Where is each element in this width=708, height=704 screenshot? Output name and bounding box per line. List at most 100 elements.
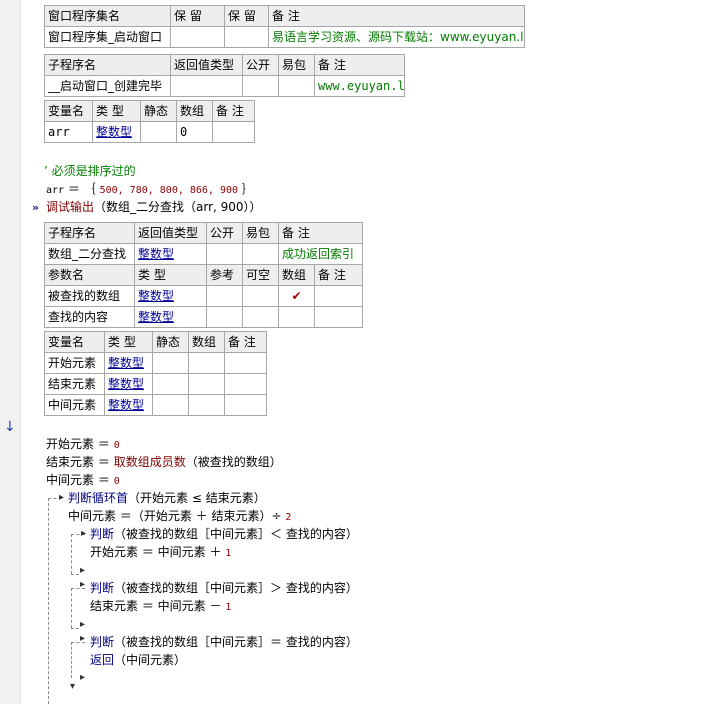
program-set-name[interactable]: 窗口程序集_启动窗口 (44, 26, 171, 48)
code-line-start-update[interactable]: 开始元素 ＝ 中间元素 ＋ 1 (90, 543, 231, 563)
breakpoint-icon[interactable]: » (32, 202, 39, 214)
code-line-return[interactable]: 返回（中间元素） (90, 651, 186, 669)
code-args: （中间元素） (114, 653, 187, 667)
static-cell[interactable] (152, 394, 189, 416)
code-expr: 开始元素 ＝ 中间元素 ＋ (90, 545, 222, 559)
code-var: 中间元素 (46, 473, 95, 487)
remark-cell[interactable]: www.eyuyan.la (314, 75, 405, 97)
code-function: 取数组成员数 (113, 455, 186, 469)
subroutine-table-binary-search: 子程序名 返回值类型 公开 易包 备 注 数组_二分查找 整数型 成功返回索引 … (44, 222, 364, 328)
code-line-if-less[interactable]: 判断（被查找的数组［中间元素］＜ 查找的内容） (90, 525, 358, 543)
code-keyword: 判断 (90, 581, 115, 595)
code-line-loop[interactable]: 判断循环首（开始元素 ≤ 结束元素） (68, 489, 266, 507)
code-line-if-greater[interactable]: 判断（被查找的数组［中间元素］＞ 查找的内容） (90, 579, 358, 597)
code-line-mid-init[interactable]: 中间元素 ＝ 0 (46, 471, 120, 491)
code-op: ＝ (97, 455, 110, 469)
param-array-cell[interactable]: ✔ (278, 285, 315, 307)
code-brace: ｛ (83, 182, 96, 196)
remark-cell[interactable] (212, 121, 255, 143)
variable-name[interactable]: 中间元素 (44, 394, 105, 416)
variable-name[interactable]: 结束元素 (44, 373, 105, 395)
remark-cell[interactable] (224, 352, 267, 374)
param-array-cell[interactable] (278, 306, 315, 328)
editor-gutter (0, 0, 21, 704)
epkg-cell[interactable] (278, 75, 315, 97)
array-cell[interactable]: 0 (176, 121, 213, 143)
remark-cell[interactable] (224, 373, 267, 395)
header-cell: 参考 (206, 264, 243, 286)
variable-name[interactable]: arr (44, 121, 93, 143)
static-cell[interactable] (152, 373, 189, 395)
type-link[interactable]: 整数型 (108, 377, 144, 391)
remark-cell[interactable] (313, 306, 364, 328)
if-guide-line (71, 588, 72, 628)
param-name[interactable]: 查找的内容 (44, 306, 135, 328)
code-args: （被查找的数组［中间元素］＞ 查找的内容） (114, 581, 358, 595)
code-array-values: 500, 780, 800, 866, 900 (99, 185, 239, 196)
public-cell[interactable] (242, 75, 279, 97)
epkg-cell[interactable] (242, 243, 279, 265)
code-var: 结束元素 (46, 455, 95, 469)
code-line-mid-calc[interactable]: 中间元素 ＝（开始元素 ＋ 结束元素）÷ 2 (68, 507, 291, 527)
remark-cell[interactable]: 易语言学习资源、源码下载站：www.eyuyan.la (268, 26, 525, 48)
param-optional-cell[interactable] (242, 285, 279, 307)
type-link[interactable]: 整数型 (138, 247, 174, 261)
code-line-end-update[interactable]: 结束元素 ＝ 中间元素 － 1 (90, 597, 231, 617)
param-name[interactable]: 被查找的数组 (44, 285, 135, 307)
variable-type[interactable]: 整数型 (104, 373, 153, 395)
code-op: ＝ (67, 182, 80, 196)
code-number: 1 (225, 548, 232, 559)
code-line-if-equal[interactable]: 判断（被查找的数组［中间元素］＝ 查找的内容） (90, 633, 358, 651)
code-args: （数组_二分查找（arr, 900）） (94, 200, 262, 214)
header-cell: 易包 (278, 54, 315, 76)
type-link[interactable]: 整数型 (108, 356, 144, 370)
code-args: （被查找的数组） (185, 455, 282, 469)
subroutine-name[interactable]: 数组_二分查找 (44, 243, 135, 265)
static-cell[interactable] (152, 352, 189, 374)
code-line-debug[interactable]: 调试输出（数组_二分查找（arr, 900）） (46, 198, 262, 216)
return-type-cell[interactable]: 整数型 (134, 243, 207, 265)
type-link[interactable]: 整数型 (138, 289, 174, 303)
param-ref-cell[interactable] (206, 306, 243, 328)
if-end-arrow-icon: ▸ (80, 565, 86, 576)
subroutine-table-startup: 子程序名 返回值类型 公开 易包 备 注 __启动窗口_创建完毕 www.eyu… (44, 54, 405, 97)
code-number: 2 (285, 512, 292, 523)
variable-type[interactable]: 整数型 (104, 394, 153, 416)
reserved-cell[interactable] (170, 26, 225, 48)
subroutine-name[interactable]: __启动窗口_创建完毕 (44, 75, 171, 97)
code-keyword: 返回 (90, 653, 115, 667)
variable-type[interactable]: 整数型 (92, 121, 141, 143)
code-line-start-init[interactable]: 开始元素 ＝ 0 (46, 435, 120, 455)
variable-name[interactable]: 开始元素 (44, 352, 105, 374)
reserved-cell[interactable] (224, 26, 269, 48)
return-type-cell[interactable] (170, 75, 243, 97)
variable-table-startup: 变量名 类 型 静态 数组 备 注 arr 整数型 0 (44, 100, 255, 143)
code-comment[interactable]: ’ 必须是排序过的 (44, 162, 136, 180)
type-link[interactable]: 整数型 (96, 125, 132, 139)
remark-cell[interactable]: 成功返回索引 (277, 243, 364, 265)
array-cell[interactable] (188, 394, 225, 416)
header-cell: 易包 (242, 222, 279, 244)
code-args: （被查找的数组［中间元素］＝ 查找的内容） (114, 635, 358, 649)
param-type[interactable]: 整数型 (134, 306, 207, 328)
param-optional-cell[interactable] (242, 306, 279, 328)
header-cell: 返回值类型 (134, 222, 207, 244)
array-cell[interactable] (188, 373, 225, 395)
header-cell: 类 型 (104, 331, 153, 353)
type-link[interactable]: 整数型 (138, 310, 174, 324)
type-link[interactable]: 整数型 (108, 398, 144, 412)
variable-type[interactable]: 整数型 (104, 352, 153, 374)
array-cell[interactable] (188, 352, 225, 374)
static-cell[interactable] (140, 121, 177, 143)
public-cell[interactable] (206, 243, 243, 265)
code-line-assign-arr[interactable]: arr ＝ ｛ 500, 780, 800, 866, 900 ｝ (46, 180, 254, 200)
down-arrow-icon[interactable]: ↓ (4, 420, 16, 434)
param-ref-cell[interactable] (206, 285, 243, 307)
param-type[interactable]: 整数型 (134, 285, 207, 307)
header-cell: 类 型 (92, 100, 141, 122)
code-line-end-init[interactable]: 结束元素 ＝ 取数组成员数（被查找的数组） (46, 453, 282, 471)
remark-cell[interactable] (313, 285, 364, 307)
header-cell: 备 注 (313, 264, 364, 286)
code-keyword: 判断 (90, 635, 115, 649)
remark-cell[interactable] (224, 394, 267, 416)
